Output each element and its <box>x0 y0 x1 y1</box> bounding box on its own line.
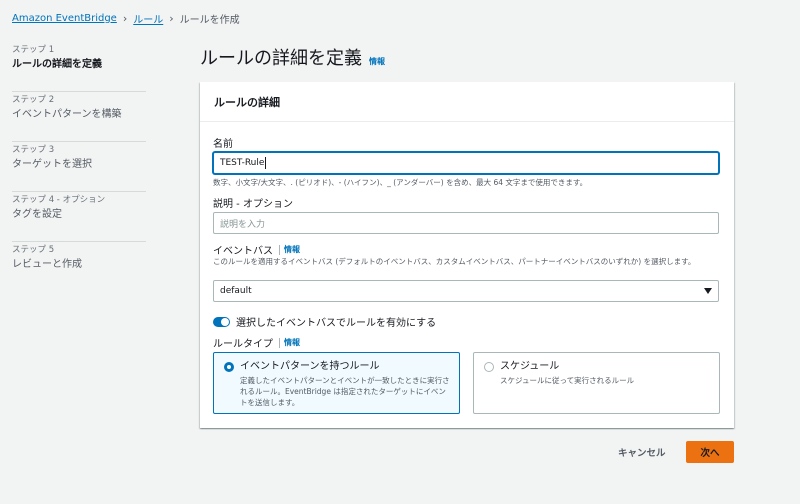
name-label: 名前 <box>213 139 233 150</box>
radio-button[interactable] <box>484 362 494 372</box>
toggle-knob <box>221 317 229 326</box>
option-description: 定義したイベントパターンとイベントが一致したときに実行されるルール。EventB… <box>240 376 450 407</box>
step-label: レビューと作成 <box>12 259 82 270</box>
option-description: スケジュールに従って実行されるルール <box>500 376 635 385</box>
chevron-right-icon: › <box>169 11 174 25</box>
step-5: ステップ 5 レビューと作成 <box>12 242 146 292</box>
event-bus-selected: default <box>220 286 252 296</box>
option-title: イベントパターンを持つルール <box>240 361 380 372</box>
breadcrumb-link-eventbridge[interactable]: Amazon EventBridge <box>12 13 117 24</box>
caret-down-icon <box>704 288 712 294</box>
event-bus-info-link[interactable]: 情報 <box>284 244 300 255</box>
name-input[interactable]: TEST-Rule <box>213 152 719 174</box>
step-number: ステップ 2 <box>12 95 55 105</box>
event-bus-select[interactable]: default <box>213 280 719 302</box>
step-number: ステップ 4 - オプション <box>12 195 106 205</box>
event-bus-label-row: イベントバス 情報 <box>213 242 300 257</box>
step-3: ステップ 3 ターゲットを選択 <box>12 142 146 192</box>
step-label: ターゲットを選択 <box>12 159 92 170</box>
event-bus-label: イベントバス <box>213 246 273 257</box>
rule-type-option-event-pattern[interactable]: イベントパターンを持つルール 定義したイベントパターンとイベントが一致したときに… <box>213 352 460 414</box>
rule-type-option-schedule[interactable]: スケジュール スケジュールに従って実行されるルール <box>473 352 720 414</box>
chevron-right-icon: › <box>122 11 128 25</box>
breadcrumb: Amazon EventBridge › ルール › ルールを作成 <box>12 10 240 26</box>
wizard-steps: ステップ 1 ルールの詳細を定義 ステップ 2 イベントパターンを構築 ステップ… <box>12 42 146 292</box>
step-1: ステップ 1 ルールの詳細を定義 <box>12 42 146 92</box>
enable-rule-toggle-row: 選択したイベントバスでルールを有効にする <box>213 314 436 329</box>
step-label: イベントパターンを構築 <box>12 109 122 120</box>
name-input-value: TEST-Rule <box>220 158 265 168</box>
rule-type-label-row: ルールタイプ 情報 <box>213 335 300 350</box>
event-bus-hint: このルールを適用するイベントバス (デフォルトのイベントバス、カスタムイベントバ… <box>213 257 696 266</box>
enable-rule-label: 選択したイベントバスでルールを有効にする <box>236 318 437 329</box>
panel-title: ルールの詳細 <box>200 82 734 122</box>
rule-details-panel: ルールの詳細 名前 TEST-Rule 数字、小文字/大文字、. (ピリオド)、… <box>200 82 734 428</box>
label-divider <box>279 337 280 348</box>
page-header: ルールの詳細を定義 情報 <box>200 44 385 70</box>
description-input[interactable]: 説明を入力 <box>213 212 719 234</box>
next-button[interactable]: 次へ <box>686 441 734 463</box>
cancel-button[interactable]: キャンセル <box>606 441 678 463</box>
step-number: ステップ 1 <box>12 45 55 55</box>
radio-button[interactable] <box>224 362 234 372</box>
rule-type-info-link[interactable]: 情報 <box>284 337 300 348</box>
breadcrumb-current: ルールを作成 <box>179 14 240 26</box>
page-title: ルールの詳細を定義 <box>200 48 362 69</box>
info-link[interactable]: 情報 <box>369 56 385 67</box>
text-caret <box>265 157 267 169</box>
step-2: ステップ 2 イベントパターンを構築 <box>12 92 146 142</box>
breadcrumb-link-rules[interactable]: ルール <box>133 11 163 26</box>
name-hint: 数字、小文字/大文字、. (ピリオド)、- (ハイフン)、_ (アンダーバー) … <box>213 178 588 187</box>
step-number: ステップ 3 <box>12 145 55 155</box>
rule-type-label: ルールタイプ <box>213 339 273 350</box>
label-divider <box>279 244 280 255</box>
enable-rule-toggle[interactable] <box>213 316 230 327</box>
option-title: スケジュール <box>500 361 560 372</box>
step-number: ステップ 5 <box>12 245 55 255</box>
step-4: ステップ 4 - オプション タグを設定 <box>12 192 146 242</box>
description-label: 説明 - オプション <box>213 199 293 210</box>
step-label: タグを設定 <box>12 209 62 220</box>
step-label: ルールの詳細を定義 <box>12 59 102 70</box>
